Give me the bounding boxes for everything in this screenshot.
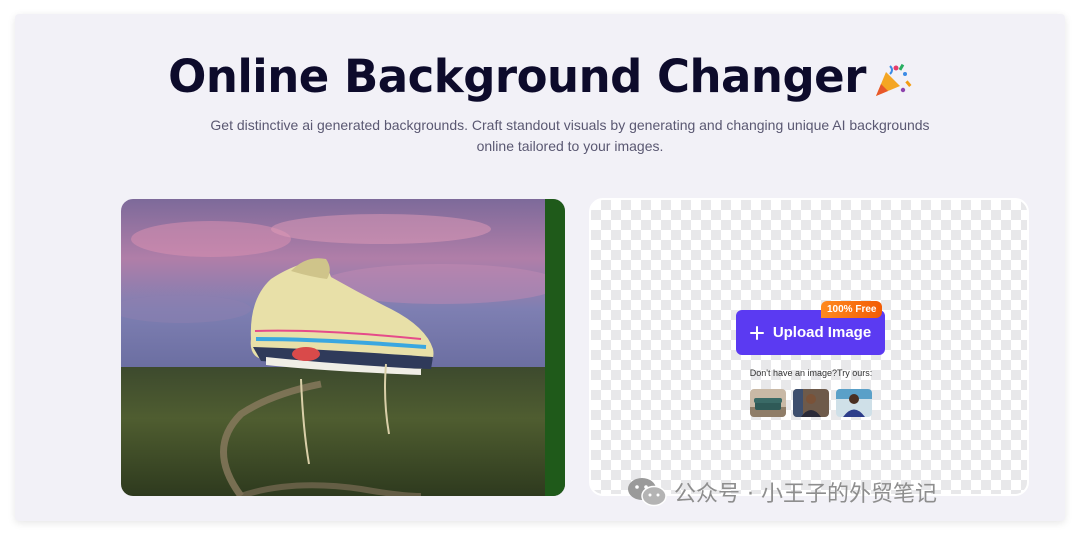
sample-thumb-woman[interactable] [836,389,872,417]
plus-icon [749,325,764,340]
watermark-text: 公众号 · 小王子的外贸笔记 [674,482,937,507]
try-sample-text: Don't have an image?Try ours: [749,368,873,378]
sample-thumb-man[interactable] [793,389,829,417]
free-badge: 100% Free [821,301,883,318]
example-result-image [121,199,565,496]
sample-thumbnails [750,389,872,417]
wechat-icon [628,478,667,507]
upload-panel[interactable]: Upload Image 100% Free Don't have an ima… [589,198,1029,496]
upload-image-label: Upload Image [772,324,872,341]
page-subtitle: Get distinctive ai generated backgrounds… [210,117,930,154]
party-popper-icon [875,63,912,96]
watermark: 公众号 · 小王子的外贸笔记 [626,476,937,508]
page-title-text: Online Background Changer [168,50,866,103]
sample-thumb-sofa[interactable] [750,389,786,417]
page-title: Online Background Changer [0,46,1080,108]
